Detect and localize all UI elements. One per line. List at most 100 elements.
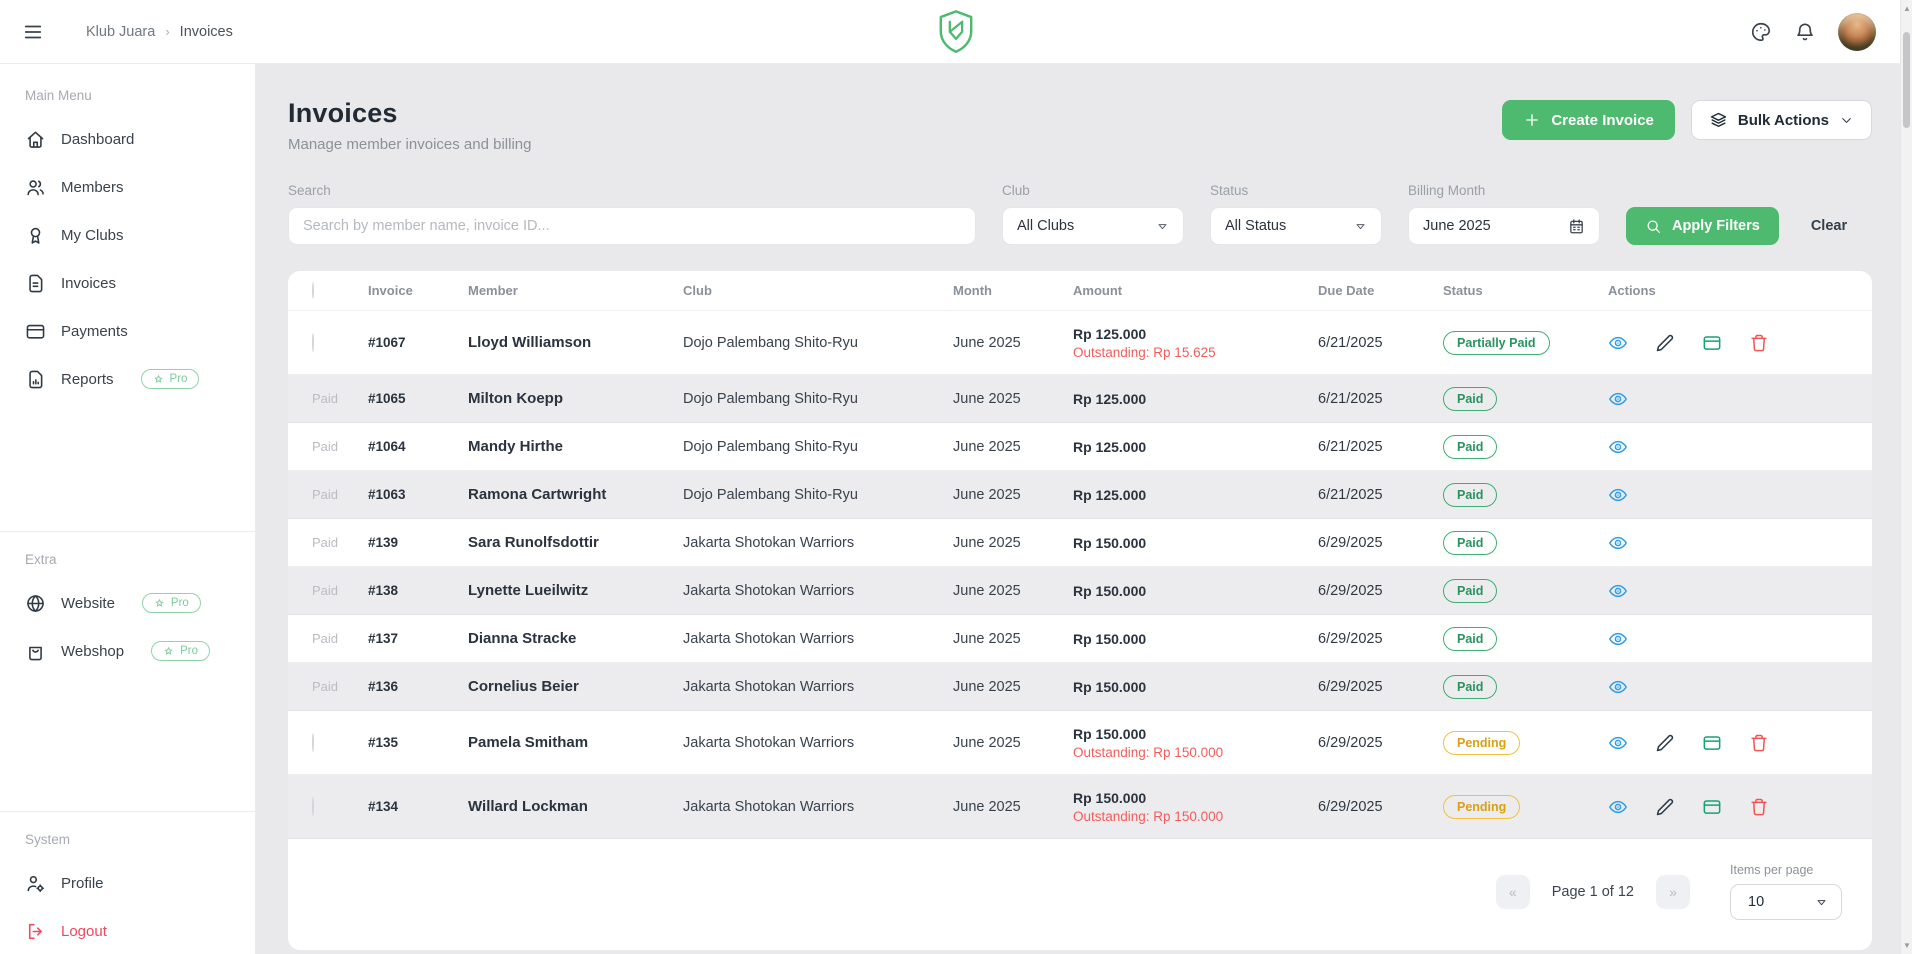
billing-month: June 2025 xyxy=(953,487,1073,503)
scroll-up-arrow-icon[interactable]: ▲ xyxy=(1901,4,1912,13)
chevron-down-icon xyxy=(1156,220,1169,233)
billing-month-input[interactable]: June 2025 xyxy=(1408,207,1600,245)
edit-invoice-button[interactable] xyxy=(1655,797,1675,817)
notifications-bell-icon[interactable] xyxy=(1794,21,1816,43)
billing-month: June 2025 xyxy=(953,535,1073,551)
view-invoice-button[interactable] xyxy=(1608,797,1628,817)
invoice-id: #1065 xyxy=(368,391,468,406)
billing-month: June 2025 xyxy=(953,679,1073,695)
sidebar-item-payments[interactable]: Payments xyxy=(0,307,255,355)
sidebar-item-logout[interactable]: Logout xyxy=(0,907,255,954)
outstanding-amount: Outstanding: Rp 15.625 xyxy=(1073,345,1318,360)
sidebar-item-label: Members xyxy=(61,179,124,196)
row-paid-marker: Paid xyxy=(312,439,338,454)
home-icon xyxy=(25,129,46,150)
view-invoice-button[interactable] xyxy=(1608,485,1628,505)
row-paid-marker: Paid xyxy=(312,535,338,550)
sidebar-item-profile[interactable]: Profile xyxy=(0,859,255,907)
edit-invoice-button[interactable] xyxy=(1655,333,1675,353)
delete-invoice-button[interactable] xyxy=(1749,797,1769,817)
chevron-down-icon xyxy=(1354,220,1367,233)
items-per-page-select[interactable]: 10 xyxy=(1730,884,1842,920)
clear-filters-button[interactable]: Clear xyxy=(1805,207,1853,245)
app-logo-shield-icon xyxy=(937,9,975,55)
row-actions xyxy=(1608,629,1848,649)
view-invoice-button[interactable] xyxy=(1608,581,1628,601)
sidebar-section: System Profile Logout xyxy=(0,811,255,954)
view-invoice-button[interactable] xyxy=(1608,733,1628,753)
invoice-id: #138 xyxy=(368,583,468,598)
sidebar-item-webshop[interactable]: Webshop Pro xyxy=(0,627,255,675)
invoice-id: #1063 xyxy=(368,487,468,502)
delete-invoice-button[interactable] xyxy=(1749,333,1769,353)
sidebar-item-invoices[interactable]: Invoices xyxy=(0,259,255,307)
club-name: Dojo Palembang Shito-Ryu xyxy=(683,391,953,407)
sidebar-item-label: Profile xyxy=(61,875,104,892)
edit-invoice-button[interactable] xyxy=(1655,733,1675,753)
club-name: Jakarta Shotokan Warriors xyxy=(683,799,953,815)
breadcrumb-root[interactable]: Klub Juara xyxy=(86,24,155,40)
sidebar-item-dashboard[interactable]: Dashboard xyxy=(0,115,255,163)
due-date: 6/29/2025 xyxy=(1318,535,1443,551)
next-page-button[interactable]: » xyxy=(1656,875,1690,909)
select-all-checkbox[interactable] xyxy=(312,282,314,299)
sidebar-item-my-clubs[interactable]: My Clubs xyxy=(0,211,255,259)
user-avatar[interactable] xyxy=(1838,13,1876,51)
view-invoice-button[interactable] xyxy=(1608,437,1628,457)
sidebar-item-label: Reports xyxy=(61,371,114,388)
status-badge: Paid xyxy=(1443,579,1497,603)
menu-icon[interactable] xyxy=(22,21,44,43)
club-select[interactable]: All Clubs xyxy=(1002,207,1184,245)
search-input[interactable] xyxy=(303,218,961,234)
row-paid-marker: Paid xyxy=(312,631,338,646)
outstanding-amount: Outstanding: Rp 150.000 xyxy=(1073,809,1318,824)
apply-filters-button[interactable]: Apply Filters xyxy=(1626,207,1779,245)
member-name: Ramona Cartwright xyxy=(468,486,683,503)
search-label: Search xyxy=(288,183,976,198)
amount: Rp 125.000 xyxy=(1073,391,1318,407)
bulk-actions-button[interactable]: Bulk Actions xyxy=(1691,100,1872,140)
scrollbar-thumb[interactable] xyxy=(1903,32,1910,128)
row-checkbox[interactable] xyxy=(312,333,314,352)
sidebar-section-list: Profile Logout xyxy=(0,859,255,954)
row-actions xyxy=(1608,485,1848,505)
sidebar-item-website[interactable]: Website Pro xyxy=(0,579,255,627)
row-checkbox[interactable] xyxy=(312,797,314,816)
delete-invoice-button[interactable] xyxy=(1749,733,1769,753)
view-invoice-button[interactable] xyxy=(1608,333,1628,353)
prev-page-button[interactable]: « xyxy=(1496,875,1530,909)
window-scrollbar[interactable]: ▲ ▼ xyxy=(1900,0,1912,954)
view-invoice-button[interactable] xyxy=(1608,629,1628,649)
view-invoice-button[interactable] xyxy=(1608,677,1628,697)
record-payment-button[interactable] xyxy=(1702,797,1722,817)
star-icon xyxy=(163,646,174,657)
view-invoice-button[interactable] xyxy=(1608,389,1628,409)
member-name: Lynette Lueilwitz xyxy=(468,582,683,599)
view-invoice-button[interactable] xyxy=(1608,533,1628,553)
row-actions xyxy=(1608,797,1848,817)
sidebar-item-reports[interactable]: Reports Pro xyxy=(0,355,255,403)
row-checkbox[interactable] xyxy=(312,733,314,752)
create-invoice-button[interactable]: Create Invoice xyxy=(1502,100,1675,140)
member-name: Sara Runolfsdottir xyxy=(468,534,683,551)
invoice-id: #139 xyxy=(368,535,468,550)
pro-badge: Pro xyxy=(142,593,201,613)
sidebar-item-members[interactable]: Members xyxy=(0,163,255,211)
record-payment-button[interactable] xyxy=(1702,733,1722,753)
billing-month-label: Billing Month xyxy=(1408,183,1600,198)
status-select[interactable]: All Status xyxy=(1210,207,1382,245)
theme-palette-icon[interactable] xyxy=(1750,21,1772,43)
row-actions xyxy=(1608,389,1848,409)
club-name: Jakarta Shotokan Warriors xyxy=(683,535,953,551)
sidebar-section-list: Dashboard Members My Clubs Invoices Paym… xyxy=(0,115,255,403)
billing-month: June 2025 xyxy=(953,391,1073,407)
file-chart-icon xyxy=(25,369,46,390)
record-payment-button[interactable] xyxy=(1702,333,1722,353)
amount: Rp 125.000 xyxy=(1073,439,1318,455)
sidebar-item-label: My Clubs xyxy=(61,227,124,244)
col-month: Month xyxy=(953,283,1073,298)
scroll-down-arrow-icon[interactable]: ▼ xyxy=(1901,941,1912,950)
user-gear-icon xyxy=(25,873,46,894)
sidebar-item-label: Dashboard xyxy=(61,131,134,148)
member-name: Lloyd Williamson xyxy=(468,334,683,351)
